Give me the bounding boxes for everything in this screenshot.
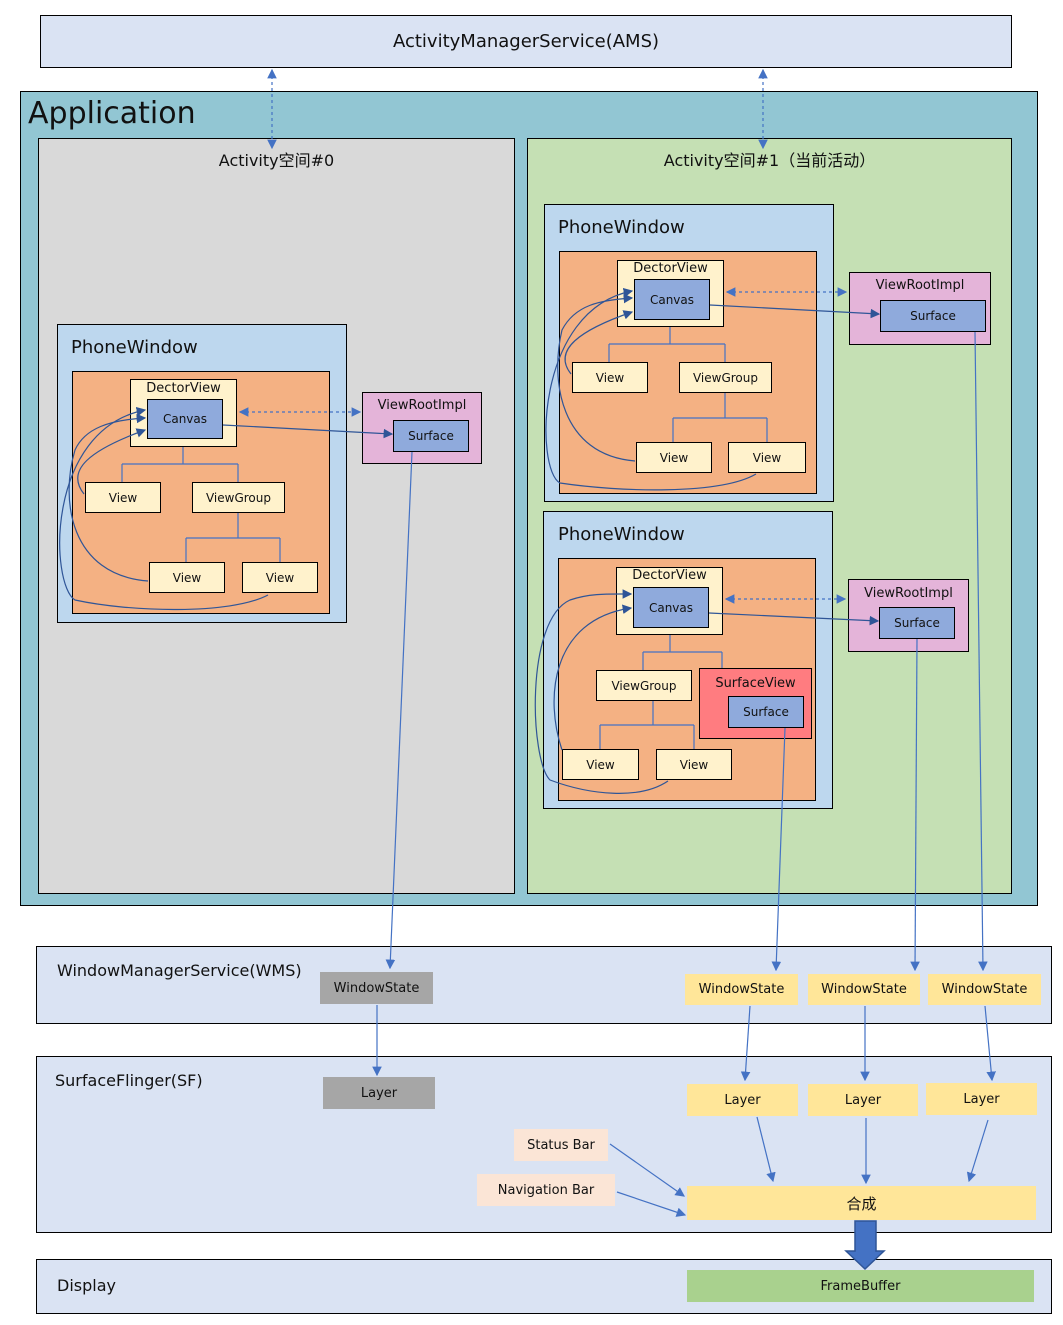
surface-label: Surface [910, 309, 956, 323]
window-state-label: WindowState [333, 980, 420, 996]
view-label: View [595, 370, 625, 385]
surface: Surface [393, 420, 469, 452]
view: View [572, 362, 648, 393]
canvas: Canvas [634, 279, 710, 320]
layer: Layer [808, 1084, 918, 1116]
view-group: ViewGroup [596, 670, 692, 701]
layer-inactive: Layer [323, 1077, 435, 1109]
window-state-label: WindowState [821, 982, 907, 997]
surface-label: Surface [743, 705, 789, 719]
layer-label: Layer [844, 1092, 882, 1108]
compose-label: 合成 [846, 1194, 877, 1213]
status-bar-label: Status Bar [527, 1137, 595, 1153]
compose-box: 合成 [687, 1186, 1036, 1220]
ams-label: ActivityManagerService(AMS) [392, 31, 660, 52]
view-label: View [265, 570, 295, 585]
window-state: WindowState [808, 974, 920, 1005]
view-group: ViewGroup [192, 482, 285, 513]
viewgroup-label: ViewGroup [205, 490, 271, 505]
status-bar: Status Bar [514, 1129, 608, 1161]
navigation-bar: Navigation Bar [477, 1174, 615, 1206]
display-title: Display [57, 1276, 116, 1295]
layer: Layer [687, 1084, 798, 1116]
canvas-label: Canvas [162, 412, 208, 426]
canvas: Canvas [633, 587, 709, 628]
viewgroup-label: ViewGroup [611, 678, 677, 693]
view-group: ViewGroup [679, 362, 772, 393]
view-label: View [679, 757, 709, 772]
layer-label: Layer [963, 1091, 1000, 1107]
view: View [242, 562, 318, 593]
view-label: View [586, 757, 615, 772]
view-label: View [752, 450, 782, 465]
layer-label: Layer [360, 1085, 398, 1101]
surface: Surface [880, 300, 986, 332]
window-state-label: WindowState [698, 982, 785, 997]
view-label: View [172, 570, 202, 585]
surface-label: Surface [408, 429, 454, 443]
canvas: Canvas [147, 399, 223, 439]
window-state-label: WindowState [941, 982, 1028, 997]
framebuffer: FrameBuffer [687, 1270, 1034, 1302]
view-label: View [108, 490, 138, 505]
view: View [85, 482, 161, 513]
surface: Surface [879, 607, 955, 639]
view: View [636, 442, 712, 473]
viewgroup-label: ViewGroup [692, 370, 758, 385]
framebuffer-label: FrameBuffer [820, 1278, 901, 1294]
window-state: WindowState [685, 974, 798, 1005]
wms-title: WindowManagerService(WMS) [57, 961, 302, 980]
navigation-bar-label: Navigation Bar [497, 1182, 595, 1198]
view: View [149, 562, 225, 593]
window-state: WindowState [928, 974, 1041, 1005]
ams-box: ActivityManagerService(AMS) [40, 15, 1012, 68]
application-title: Application [28, 96, 196, 131]
window-state-inactive: WindowState [320, 972, 433, 1004]
view: View [562, 749, 639, 780]
view: View [656, 749, 732, 780]
view: View [728, 442, 806, 473]
phonewindow-title: PhoneWindow [71, 337, 198, 358]
canvas-label: Canvas [649, 292, 695, 307]
surface: Surface [728, 696, 804, 728]
canvas-label: Canvas [648, 600, 694, 615]
diagram: ActivityManagerService(AMS) Application … [0, 0, 1063, 1325]
phonewindow-title: PhoneWindow [558, 217, 685, 238]
layer: Layer [926, 1083, 1037, 1115]
view-label: View [659, 450, 689, 465]
sf-title: SurfaceFlinger(SF) [55, 1071, 203, 1090]
layer-label: Layer [724, 1092, 761, 1108]
surface-label: Surface [894, 616, 940, 630]
phonewindow-title: PhoneWindow [558, 524, 685, 545]
